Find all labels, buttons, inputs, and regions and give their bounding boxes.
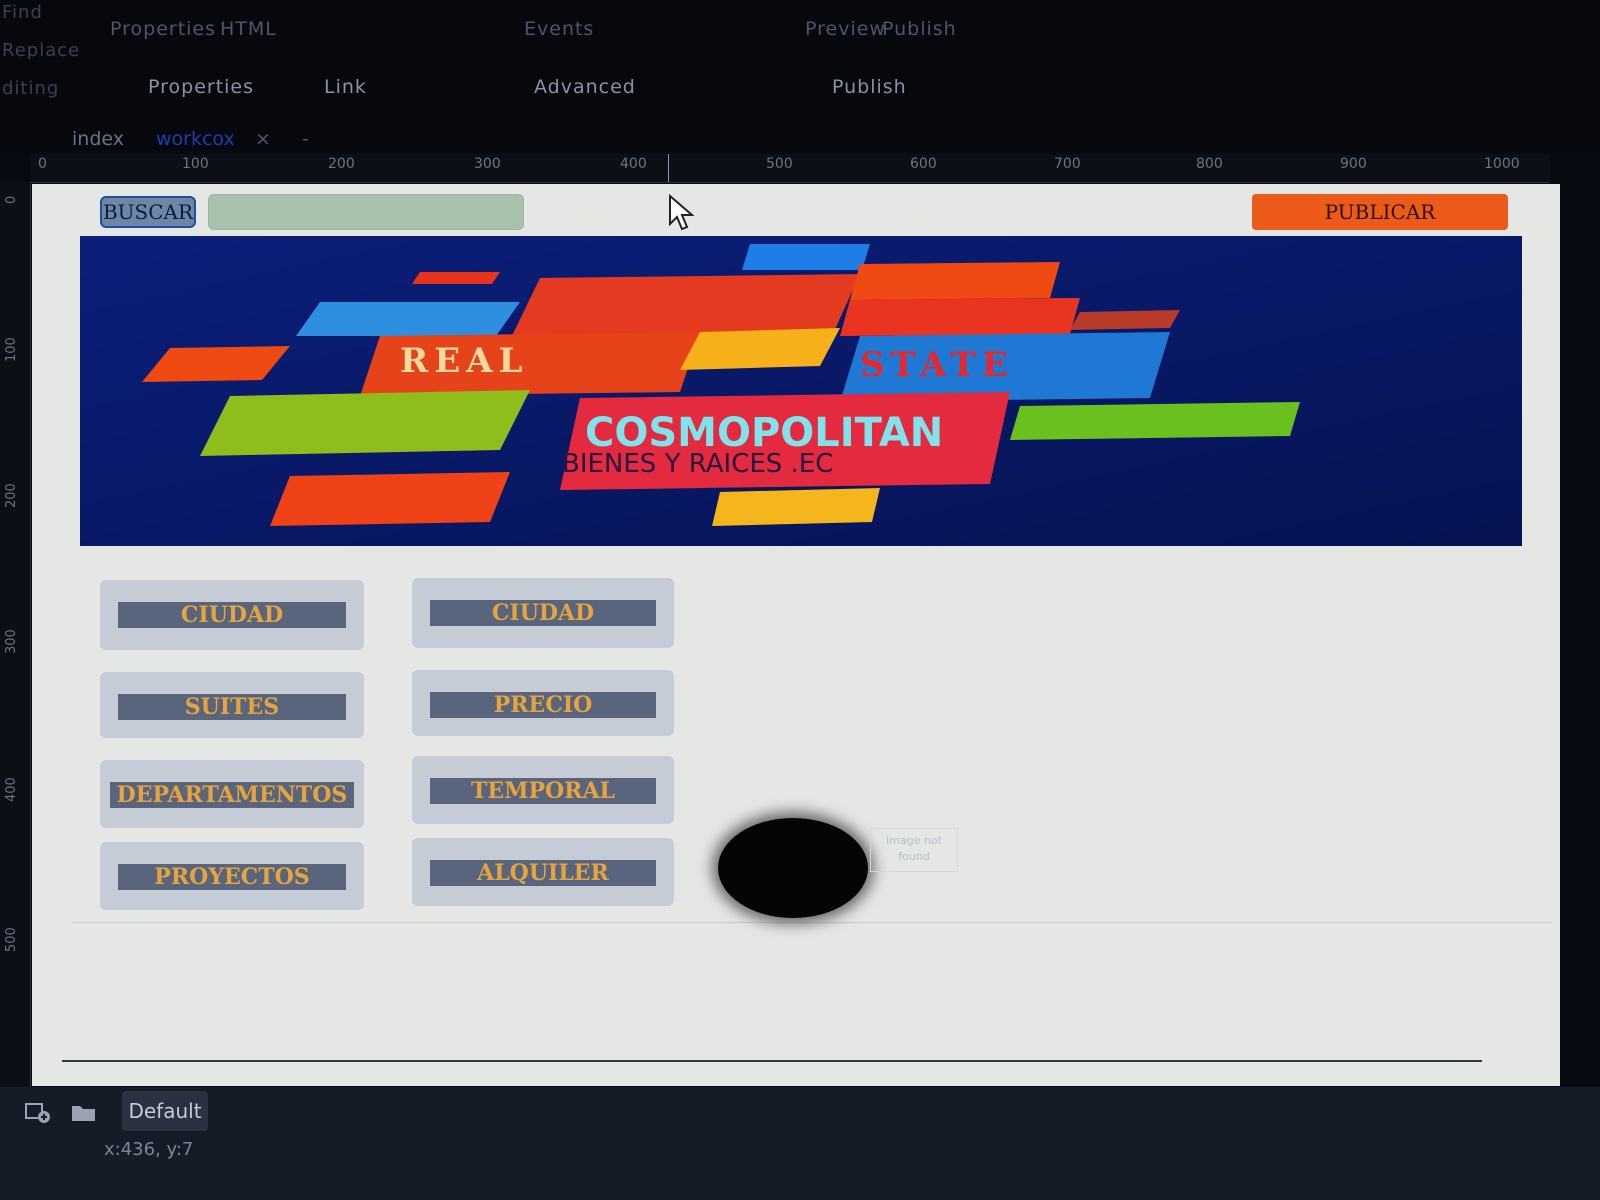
properties-command[interactable]: Properties bbox=[110, 18, 216, 40]
ruler-label: 1000 bbox=[1484, 156, 1520, 172]
ruler-label: 200 bbox=[4, 483, 19, 508]
publish-command[interactable]: Publish bbox=[882, 18, 957, 40]
banner-word-real: REAL bbox=[400, 341, 528, 381]
ruler-label: 700 bbox=[1054, 156, 1081, 172]
tab-menu-icon[interactable]: - bbox=[302, 128, 309, 150]
ruler-label: 0 bbox=[38, 156, 47, 172]
horizontal-ruler: 0 100 200 300 400 500 600 700 800 900 10… bbox=[30, 154, 1550, 183]
menu-label: PRECIO bbox=[430, 692, 656, 718]
profile-selector[interactable]: Default bbox=[122, 1091, 208, 1131]
screen-defect-blot bbox=[718, 818, 868, 918]
ruler-label: 200 bbox=[328, 156, 355, 172]
publish-group-label: Publish bbox=[832, 76, 907, 98]
ruler-label: 100 bbox=[182, 156, 209, 172]
properties-group-label: Properties bbox=[148, 76, 255, 98]
cursor-arrow-icon bbox=[669, 194, 694, 231]
replace-command[interactable]: Replace bbox=[2, 40, 80, 61]
design-canvas[interactable]: BUSCAR PUBLICAR REAL STATE COSMOPOLITAN … bbox=[32, 184, 1560, 1086]
publish-button[interactable]: PUBLICAR bbox=[1252, 194, 1508, 230]
status-bar: Default x:436, y:7 bbox=[0, 1087, 1600, 1200]
menu-button-precio[interactable]: PRECIO bbox=[412, 670, 674, 736]
search-button[interactable]: BUSCAR bbox=[100, 196, 196, 228]
banner-tagline: BIENES Y RAICES .EC bbox=[562, 449, 833, 479]
search-input[interactable] bbox=[208, 194, 524, 230]
menu-label: ALQUILER bbox=[430, 860, 656, 886]
menu-button-ciudad-right[interactable]: CIUDAD bbox=[412, 578, 674, 648]
section-divider bbox=[72, 922, 1552, 923]
ruler-label: 800 bbox=[1196, 156, 1223, 172]
ruler-label: 0 bbox=[4, 195, 19, 204]
tab-index[interactable]: index bbox=[72, 128, 124, 150]
ruler-label: 900 bbox=[1340, 156, 1367, 172]
menu-button-suites[interactable]: SUITES bbox=[100, 672, 364, 738]
menu-label: DEPARTAMENTOS bbox=[110, 782, 354, 808]
ruler-label: 400 bbox=[4, 777, 19, 802]
link-group-label: Link bbox=[324, 76, 367, 98]
menu-label: TEMPORAL bbox=[430, 778, 656, 804]
events-command[interactable]: Events bbox=[524, 18, 594, 40]
folder-icon[interactable] bbox=[70, 1100, 98, 1124]
menu-button-ciudad-left[interactable]: CIUDAD bbox=[100, 580, 364, 650]
menu-label: CIUDAD bbox=[430, 600, 656, 626]
ruler-position-marker bbox=[668, 154, 669, 182]
header-banner-image: REAL STATE COSMOPOLITAN BIENES Y RAICES … bbox=[80, 236, 1522, 546]
ruler-label: 500 bbox=[766, 156, 793, 172]
menu-label: CIUDAD bbox=[118, 602, 346, 628]
menu-button-temporal[interactable]: TEMPORAL bbox=[412, 756, 674, 824]
menu-label: SUITES bbox=[118, 694, 346, 720]
ruler-label: 300 bbox=[4, 629, 19, 654]
ruler-label: 100 bbox=[4, 337, 19, 362]
advanced-group-label: Advanced bbox=[534, 76, 636, 98]
menu-button-proyectos[interactable]: PROYECTOS bbox=[100, 842, 364, 910]
ruler-label: 500 bbox=[4, 927, 19, 952]
banner-graphic: REAL STATE COSMOPOLITAN BIENES Y RAICES … bbox=[80, 236, 1522, 546]
menu-button-alquiler[interactable]: ALQUILER bbox=[412, 838, 674, 906]
editing-group-label: diting bbox=[2, 78, 60, 99]
menu-label: PROYECTOS bbox=[118, 864, 346, 890]
banner-word-state: STATE bbox=[860, 345, 1014, 385]
menu-button-departamentos[interactable]: DEPARTAMENTOS bbox=[100, 760, 364, 828]
vertical-ruler: 0 100 200 300 400 500 bbox=[0, 182, 31, 1087]
add-page-icon[interactable] bbox=[24, 1100, 52, 1124]
tab-workcox[interactable]: workcox bbox=[156, 128, 235, 150]
document-tabs: index workcox × - bbox=[0, 128, 1600, 154]
broken-image-placeholder: Image not found bbox=[870, 828, 958, 872]
cursor-coordinates: x:436, y:7 bbox=[104, 1139, 194, 1160]
canvas-bottom-border bbox=[62, 1060, 1482, 1062]
html-command[interactable]: HTML bbox=[220, 18, 277, 40]
ruler-label: 600 bbox=[910, 156, 937, 172]
find-command[interactable]: Find bbox=[2, 2, 43, 23]
ruler-label: 300 bbox=[474, 156, 501, 172]
ruler-label: 400 bbox=[620, 156, 647, 172]
preview-command[interactable]: Preview bbox=[805, 18, 886, 40]
close-tab-icon[interactable]: × bbox=[255, 128, 271, 150]
